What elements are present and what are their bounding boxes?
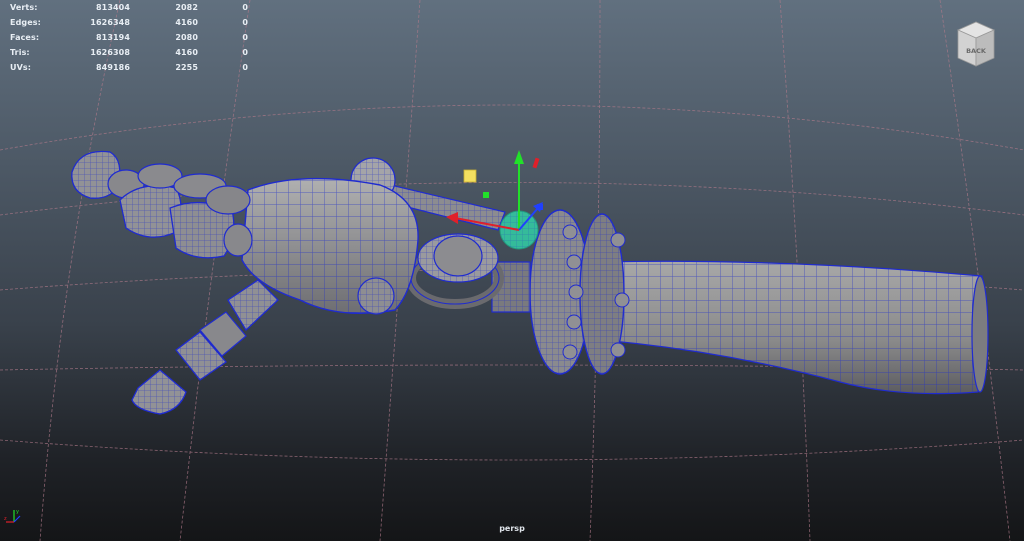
viewcube-icon[interactable]: BACK	[954, 20, 998, 70]
hud-value: 0	[242, 3, 248, 12]
hud-row-faces: Faces: 813194 2080 0	[10, 30, 248, 45]
camera-name-label: persp	[499, 524, 525, 533]
poly-count-hud: Verts: 813404 2082 0 Edges: 1626348 4160…	[10, 0, 248, 75]
hud-value: 1626308	[90, 48, 130, 57]
svg-text:y: y	[16, 509, 19, 515]
forearm-mesh[interactable]	[599, 260, 989, 395]
thumb-mesh[interactable]	[131, 279, 279, 415]
hud-value: 0	[242, 63, 248, 72]
hud-value: 0	[242, 33, 248, 42]
hud-value: 0	[242, 48, 248, 57]
hud-label: Verts:	[10, 3, 38, 12]
hud-value: 813194	[96, 33, 130, 42]
hud-value: 2255	[175, 63, 198, 72]
3d-viewport[interactable]	[0, 0, 1024, 541]
svg-text:z: z	[4, 516, 7, 522]
hud-value: 2082	[175, 3, 198, 12]
hud-label: Tris:	[10, 48, 30, 57]
hud-value: 0	[242, 18, 248, 27]
hud-value: 849186	[96, 63, 130, 72]
hud-value: 4160	[175, 18, 198, 27]
hud-label: Edges:	[10, 18, 41, 27]
fingers-mesh[interactable]	[71, 150, 253, 259]
viewcube-face-label: BACK	[966, 47, 987, 55]
hud-label: Faces:	[10, 33, 40, 42]
hud-row-uvs: UVs: 849186 2255 0	[10, 60, 248, 75]
hud-row-tris: Tris: 1626308 4160 0	[10, 45, 248, 60]
hud-value: 4160	[175, 48, 198, 57]
hud-value: 2080	[175, 33, 198, 42]
hud-value: 1626348	[90, 18, 130, 27]
hud-label: UVs:	[10, 63, 32, 72]
hud-row-edges: Edges: 1626348 4160 0	[10, 15, 248, 30]
hud-value: 813404	[96, 3, 130, 12]
hud-row-verts: Verts: 813404 2082 0	[10, 0, 248, 15]
